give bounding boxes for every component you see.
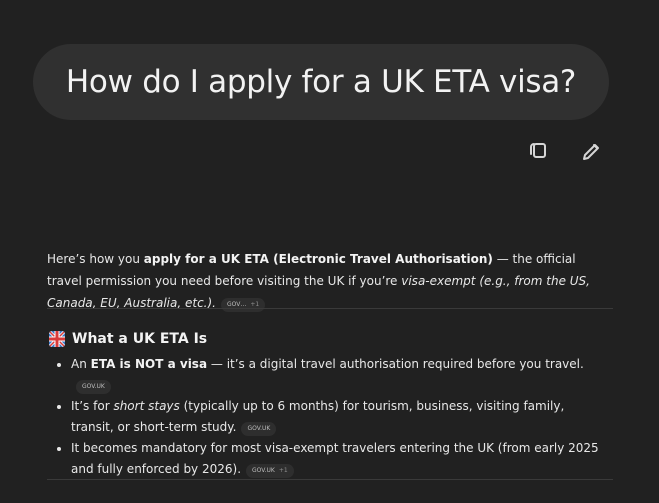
- list-item: It’s for short stays (typically up to 6 …: [57, 396, 607, 438]
- source-label: GOV.UK: [252, 467, 275, 474]
- assistant-response: Here’s how you apply for a UK ETA (Elect…: [47, 248, 613, 314]
- source-label: GOV.UK: [82, 383, 105, 390]
- bullet-bold-text: ETA is NOT a visa: [90, 357, 208, 371]
- bullet-italic-text: short stays: [113, 399, 180, 413]
- section-divider-top: [47, 308, 613, 309]
- section-divider-bottom: [47, 479, 613, 480]
- bullet-text-before: It’s for: [71, 399, 114, 413]
- source-more-count: +1: [278, 467, 288, 474]
- intro-paragraph: Here’s how you apply for a UK ETA (Elect…: [47, 248, 613, 314]
- section-heading: What a UK ETA Is: [49, 331, 207, 347]
- eta-bullet-list: An ETA is NOT a visa — it’s a digital tr…: [57, 354, 607, 480]
- list-item: An ETA is NOT a visa — it’s a digital tr…: [57, 354, 607, 396]
- message-actions: [523, 136, 607, 166]
- section-title: What a UK ETA Is: [72, 331, 208, 347]
- copy-button[interactable]: [523, 136, 553, 166]
- bullet-text: It becomes mandatory for most visa-exemp…: [71, 441, 599, 476]
- source-label: GOV.UK: [247, 425, 271, 432]
- copy-icon: [530, 143, 546, 158]
- user-question: How do I apply for a UK ETA visa?: [65, 63, 577, 100]
- source-label: GOV…: [227, 301, 247, 308]
- intro-text-1: Here’s how you: [47, 252, 144, 266]
- edit-icon: [583, 144, 599, 160]
- intro-bold-text: apply for a UK ETA (Electronic Travel Au…: [143, 252, 493, 266]
- chat-page: How do I apply for a UK ETA visa? Here’s…: [0, 0, 659, 503]
- list-item: It becomes mandatory for most visa-exemp…: [57, 438, 607, 480]
- source-pill-bullet-1[interactable]: GOV.UK: [76, 380, 111, 394]
- bullet-text-after: — it’s a digital travel authorisation re…: [207, 357, 584, 371]
- user-message-bubble: How do I apply for a UK ETA visa?: [33, 44, 609, 120]
- edit-button[interactable]: [577, 136, 607, 166]
- source-more-count: +1: [250, 301, 260, 308]
- source-pill-bullet-2[interactable]: GOV.UK: [241, 422, 277, 436]
- source-pill-bullet-3[interactable]: GOV.UK +1: [246, 464, 294, 478]
- source-pill-intro[interactable]: GOV… +1: [221, 298, 266, 312]
- bullet-text-before: An: [71, 357, 91, 371]
- uk-flag-icon: [49, 331, 65, 347]
